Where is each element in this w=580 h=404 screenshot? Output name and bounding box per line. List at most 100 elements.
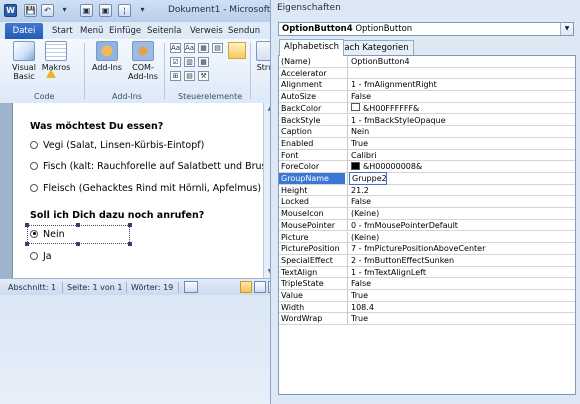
property-row[interactable]: Value True — [279, 290, 575, 302]
date-picker-control-icon[interactable]: ⊞ — [170, 71, 181, 81]
macro-security-warning-icon[interactable] — [46, 69, 56, 78]
object-selector[interactable]: OptionButton4 OptionButton ▼ — [278, 22, 574, 36]
tab-insert[interactable]: Einfüge — [106, 24, 144, 38]
document-page[interactable]: Was möchtest Du essen? Vegi (Salat, Lins… — [12, 103, 291, 278]
qat-form-icon[interactable]: ▣ — [80, 4, 93, 17]
tab-by-category[interactable]: Nach Kategorien — [333, 40, 414, 55]
property-value[interactable]: False — [351, 278, 371, 289]
property-name[interactable]: AutoSize — [281, 91, 344, 102]
tab-alphabetical[interactable]: Alphabetisch — [279, 39, 344, 56]
property-row[interactable]: GroupName Gruppe2 — [279, 172, 575, 185]
property-name[interactable]: MouseIcon — [281, 208, 344, 219]
property-name[interactable]: Enabled — [281, 138, 344, 149]
property-row[interactable]: (Name) OptionButton4 — [279, 56, 575, 68]
visual-basic-button[interactable]: Visual Basic — [8, 41, 40, 81]
property-row[interactable]: Enabled True — [279, 137, 575, 150]
tab-mailings[interactable]: Sendun — [225, 24, 263, 38]
property-name[interactable]: GroupName — [279, 173, 345, 184]
property-row[interactable]: MousePointer 0 - fmMousePointerDefault — [279, 219, 575, 232]
property-name[interactable]: Caption — [281, 126, 344, 137]
property-value[interactable]: Calibri — [351, 150, 377, 161]
property-row[interactable]: WordWrap True — [279, 313, 575, 326]
tab-page-layout[interactable]: Seitenla — [144, 24, 185, 38]
qat-customize-icon[interactable]: ▾ — [136, 4, 149, 17]
option-vegi[interactable]: Vegi (Salat, Linsen-Kürbis-Eintopf) — [30, 139, 204, 153]
property-name[interactable]: Height — [281, 185, 344, 196]
property-row[interactable]: AutoSize False — [279, 91, 575, 103]
building-block-control-icon[interactable]: ▤ — [212, 43, 223, 53]
property-name[interactable]: Width — [281, 302, 344, 313]
chevron-down-icon[interactable]: ▼ — [560, 23, 573, 35]
property-name[interactable]: ForeColor — [281, 161, 344, 172]
control-selection-frame[interactable] — [25, 223, 132, 246]
property-row[interactable]: Alignment 1 - fmAlignmentRight — [279, 79, 575, 92]
property-value[interactable]: True — [351, 138, 368, 149]
qat-field-icon[interactable]: ¦ — [118, 4, 131, 17]
resize-handle[interactable] — [76, 223, 80, 227]
property-row[interactable]: ForeColor &H00000008& — [279, 161, 575, 173]
resize-handle[interactable] — [128, 242, 132, 246]
property-name[interactable]: BackColor — [281, 103, 344, 114]
status-words[interactable]: Wörter: 19 — [131, 283, 173, 292]
status-section[interactable]: Abschnitt: 1 — [8, 283, 56, 292]
property-value[interactable]: &H00FFFFFF& — [351, 103, 419, 114]
tab-start[interactable]: Start — [49, 24, 76, 38]
property-value[interactable]: False — [351, 196, 371, 207]
undo-dropdown-icon[interactable]: ▾ — [58, 4, 71, 17]
qat-table-icon[interactable]: ▣ — [99, 4, 112, 17]
property-row[interactable]: Width 108.4 — [279, 301, 575, 314]
property-value[interactable]: (Keine) — [351, 208, 379, 219]
word-logo-icon[interactable]: W — [4, 4, 17, 17]
macros-button[interactable]: Makros — [40, 41, 72, 72]
option-fish[interactable]: Fisch (kalt: Rauchforelle auf Salatbett … — [30, 160, 291, 174]
property-value[interactable]: &H00000008& — [351, 161, 422, 172]
property-row[interactable]: TripleState False — [279, 278, 575, 290]
property-value[interactable]: Nein — [351, 126, 369, 137]
property-row[interactable]: Caption Nein — [279, 126, 575, 138]
com-addins-button[interactable]: COM-Add-Ins — [126, 41, 160, 81]
property-row[interactable]: MouseIcon (Keine) — [279, 208, 575, 220]
property-name[interactable]: TripleState — [281, 278, 344, 289]
property-row[interactable]: SpecialEffect 2 - fmButtonEffectSunken — [279, 254, 575, 267]
dropdown-control-icon[interactable]: ▦ — [198, 57, 209, 67]
tab-menu[interactable]: Menü — [77, 24, 106, 38]
property-value[interactable]: 1 - fmTextAlignLeft — [351, 267, 426, 278]
tab-references[interactable]: Verweis — [187, 24, 226, 38]
radio-icon[interactable] — [30, 140, 38, 149]
property-value[interactable]: False — [351, 91, 371, 102]
property-name[interactable]: MousePointer — [281, 220, 344, 231]
print-layout-view-icon[interactable] — [240, 281, 252, 293]
property-row[interactable]: Height 21.2 — [279, 184, 575, 197]
undo-icon[interactable]: ↶ — [41, 4, 54, 17]
addins-button[interactable]: Add-Ins — [90, 41, 124, 72]
property-row[interactable]: BackColor &H00FFFFFF& — [279, 102, 575, 115]
property-name[interactable]: TextAlign — [281, 267, 344, 278]
plaintext-control-icon[interactable]: Aa — [184, 43, 195, 53]
property-value[interactable]: (Keine) — [351, 232, 379, 243]
tab-file[interactable]: Datei — [5, 23, 43, 39]
option-yes[interactable]: Ja — [30, 250, 52, 264]
property-name[interactable]: Accelerator — [281, 68, 344, 79]
resize-handle[interactable] — [128, 223, 132, 227]
radio-icon[interactable] — [30, 251, 38, 260]
property-row[interactable]: PicturePosition 7 - fmPicturePositionAbov… — [279, 243, 575, 255]
property-value[interactable]: OptionButton4 — [351, 56, 410, 67]
property-row[interactable]: Picture (Keine) — [279, 231, 575, 244]
resize-handle[interactable] — [25, 223, 29, 227]
property-name[interactable]: PicturePosition — [281, 243, 344, 254]
property-value[interactable]: True — [351, 290, 368, 301]
property-name[interactable]: WordWrap — [281, 313, 344, 324]
save-icon[interactable]: 💾 — [24, 4, 37, 17]
property-name[interactable]: SpecialEffect — [281, 255, 344, 266]
property-value[interactable]: 2 - fmButtonEffectSunken — [351, 255, 454, 266]
resize-handle[interactable] — [25, 242, 29, 246]
option-meat[interactable]: Fleisch (Gehacktes Rind mit Hörnli, Apfe… — [30, 182, 261, 196]
legacy-tools-icon[interactable]: ▤ — [184, 71, 195, 81]
properties-icon[interactable]: ⚒ — [198, 71, 209, 81]
radio-icon[interactable] — [30, 183, 38, 192]
property-value[interactable]: 108.4 — [351, 302, 374, 313]
checkbox-control-icon[interactable]: ☑ — [170, 57, 181, 67]
richtext-control-icon[interactable]: Aa — [170, 43, 181, 53]
property-row[interactable]: TextAlign 1 - fmTextAlignLeft — [279, 266, 575, 279]
property-row[interactable]: BackStyle 1 - fmBackStyleOpaque — [279, 114, 575, 127]
